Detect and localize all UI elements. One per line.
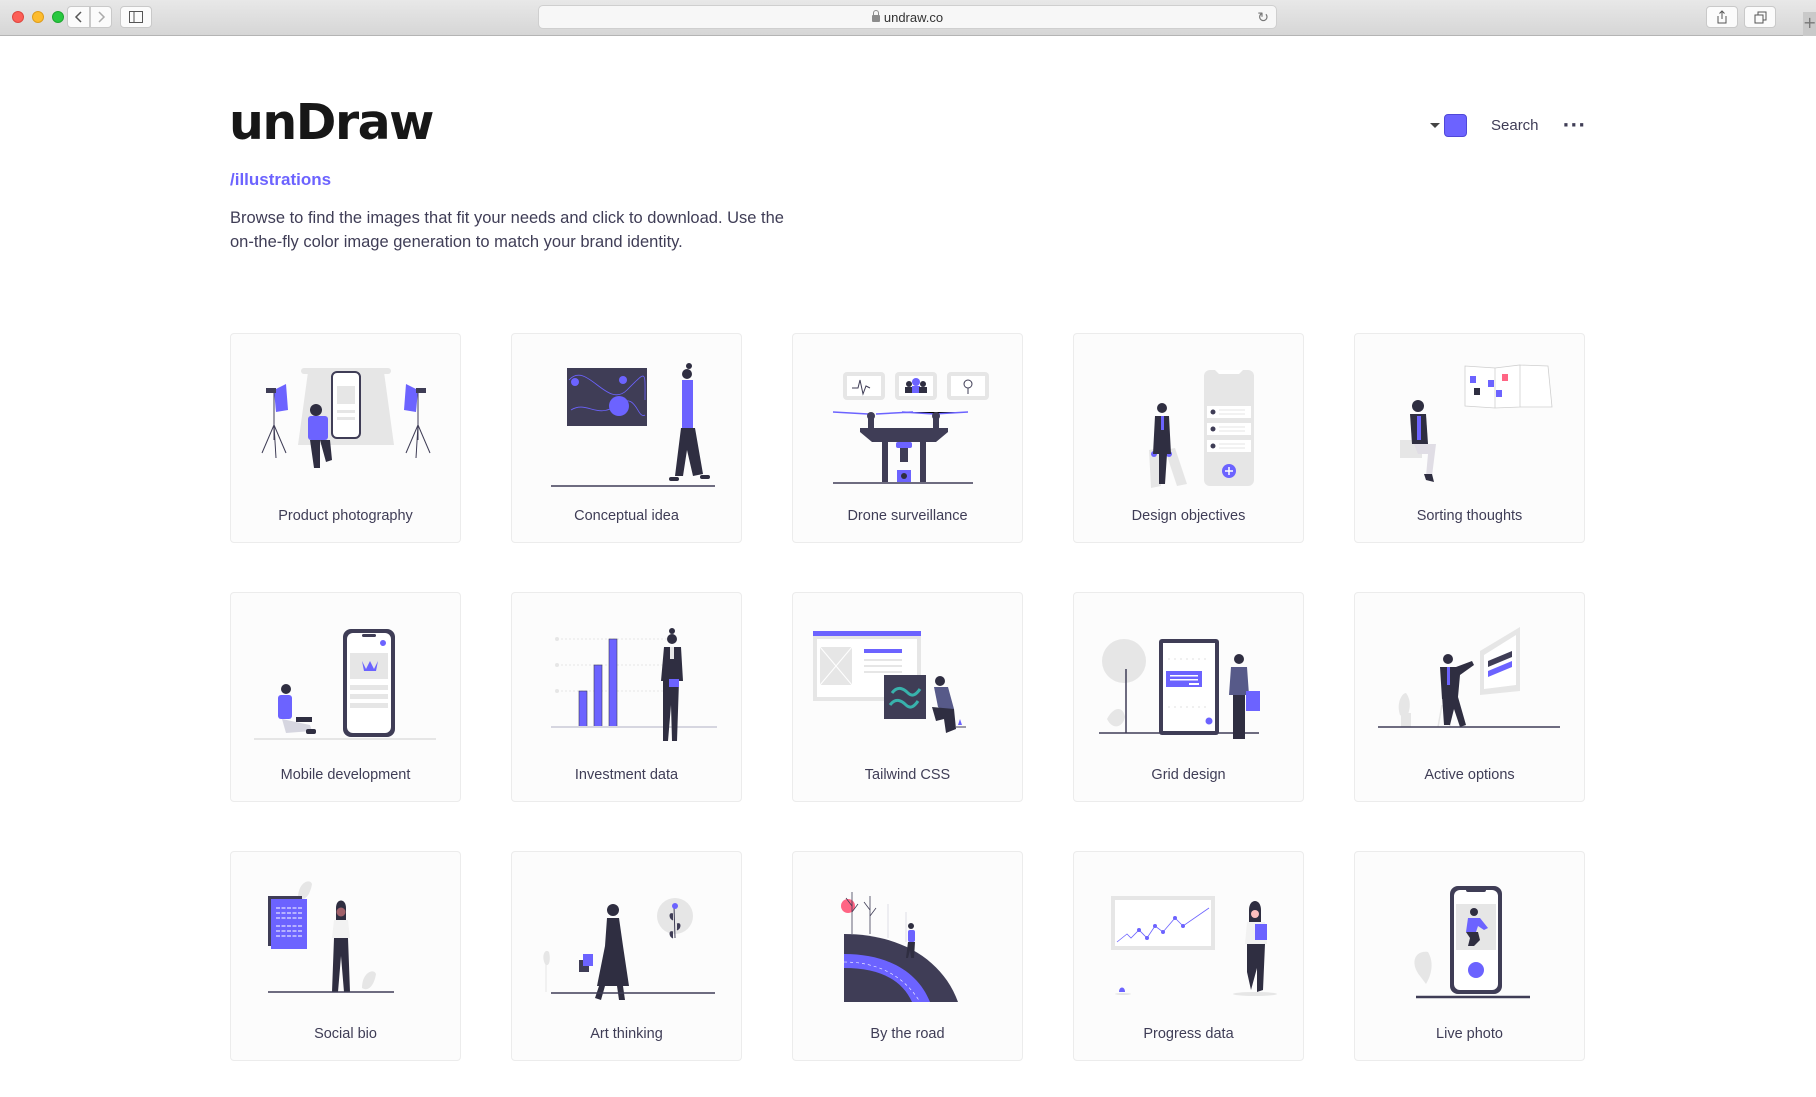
share-icon [1717, 10, 1727, 24]
illustration-card[interactable]: Drone surveillance [792, 333, 1023, 543]
grid-design-illustration [1099, 639, 1260, 739]
forward-button[interactable] [90, 6, 112, 28]
show-tabs-button[interactable] [1744, 6, 1776, 28]
drone-surveillance-illustration [832, 372, 989, 484]
illustration-title: Tailwind CSS [864, 767, 951, 783]
illustration-card[interactable]: Art thinking [511, 851, 742, 1061]
illustration-title: Art thinking [590, 1026, 663, 1042]
sorting-thoughts-illustration [1400, 364, 1553, 482]
illustration-title: Live photo [1436, 1026, 1503, 1042]
chevron-right-icon [98, 11, 106, 23]
browser-toolbar: undraw.co ↻ + [0, 0, 1816, 36]
design-objectives-illustration [1149, 370, 1254, 488]
illustration-card[interactable]: Design objectives [1073, 333, 1304, 543]
progress-data-illustration [1111, 896, 1277, 996]
tabs-icon [1754, 11, 1766, 23]
minimize-window-button[interactable] [32, 11, 44, 23]
back-button[interactable] [67, 6, 90, 28]
close-window-button[interactable] [12, 11, 24, 23]
zoom-window-button[interactable] [52, 11, 64, 23]
intro-text: Browse to find the images that fit your … [230, 209, 784, 251]
illustration-title: Investment data [574, 767, 679, 783]
reload-icon[interactable]: ↻ [1257, 9, 1269, 26]
illustration-title: Mobile development [280, 767, 411, 783]
section-title: /illustrations [230, 170, 332, 189]
color-picker-swatch[interactable] [1444, 114, 1467, 137]
conceptual-idea-illustration [551, 363, 715, 487]
illustration-card[interactable]: Sorting thoughts [1354, 333, 1585, 543]
illustration-title: Sorting thoughts [1416, 508, 1523, 524]
illustration-card[interactable]: Grid design [1073, 592, 1304, 802]
share-button[interactable] [1706, 6, 1738, 28]
illustration-card[interactable]: Conceptual idea [511, 333, 742, 543]
mobile-development-illustration [254, 629, 436, 740]
brand-logo[interactable]: unDraw [229, 94, 434, 151]
illustration-title: Progress data [1143, 1026, 1234, 1042]
caret-down-icon[interactable] [1430, 123, 1440, 128]
url-text: undraw.co [883, 9, 944, 25]
header-tools: Search ··· [1430, 114, 1586, 137]
illustration-title: Drone surveillance [847, 508, 968, 524]
sidebar-icon [129, 11, 143, 23]
product-photography-illustration [261, 368, 431, 468]
illustration-card[interactable]: Tailwind CSS [792, 592, 1023, 802]
illustration-title: Conceptual idea [574, 508, 679, 524]
illustration-card[interactable]: Social bio [230, 851, 461, 1061]
illustration-card[interactable]: Investment data [511, 592, 742, 802]
chevron-left-icon [74, 11, 82, 23]
illustration-title: Active options [1424, 767, 1515, 783]
search-button[interactable]: Search [1491, 117, 1539, 134]
new-tab-button[interactable]: + [1803, 12, 1816, 36]
active-options-illustration [1378, 627, 1560, 728]
social-bio-illustration [268, 881, 394, 993]
art-thinking-illustration [543, 898, 715, 1000]
more-options-icon[interactable]: ··· [1563, 115, 1587, 136]
illustration-card[interactable]: Active options [1354, 592, 1585, 802]
illustration-title: Social bio [314, 1026, 377, 1042]
illustration-card[interactable]: Progress data [1073, 851, 1304, 1061]
address-bar[interactable]: undraw.co ↻ [538, 5, 1277, 29]
illustration-card[interactable]: Mobile development [230, 592, 461, 802]
illustration-card[interactable]: Product photography [230, 333, 461, 543]
illustration-card[interactable]: Live photo [1354, 851, 1585, 1061]
lock-icon [871, 9, 880, 22]
illustration-title: Product photography [278, 508, 413, 524]
illustration-title: By the road [870, 1026, 945, 1042]
illustration-title: Grid design [1151, 767, 1226, 783]
sidebar-toggle-button[interactable] [120, 6, 152, 28]
live-photo-illustration [1414, 886, 1530, 999]
illustration-card[interactable]: By the road [792, 851, 1023, 1061]
illustration-title: Design objectives [1131, 508, 1246, 524]
by-the-road-illustration [841, 892, 958, 1003]
tailwind-css-illustration [813, 631, 966, 733]
investment-data-illustration [551, 628, 717, 741]
